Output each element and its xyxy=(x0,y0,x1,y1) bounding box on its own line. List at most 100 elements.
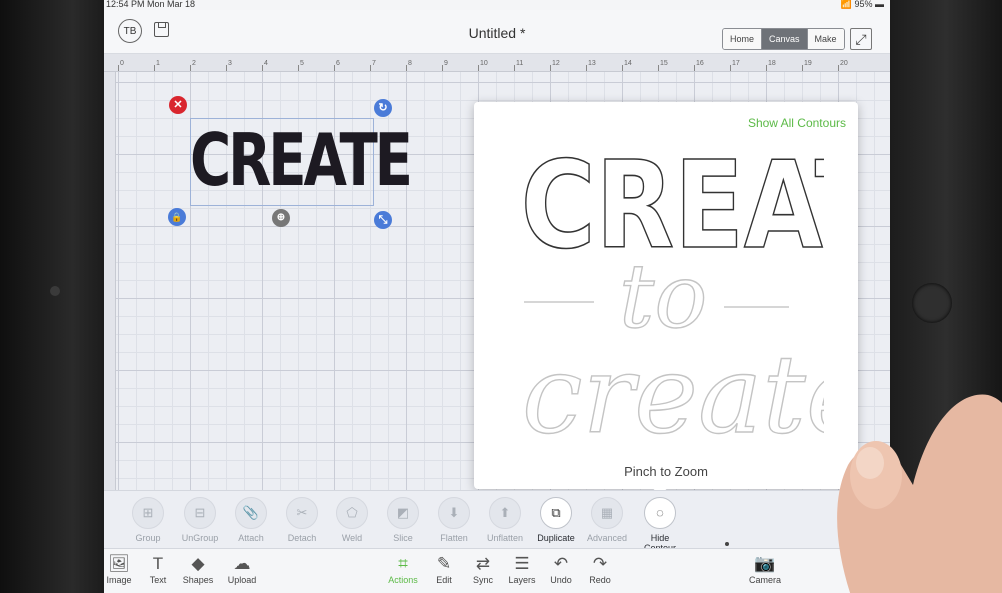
bottom-bar-label: Edit xyxy=(436,575,452,585)
ruler-tick-mark xyxy=(730,65,731,71)
bottom-edit-button[interactable]: ✎ Edit xyxy=(422,553,466,585)
bottom-bar-label: Image xyxy=(106,575,132,585)
ruler-tick-label: 13 xyxy=(588,60,596,67)
action-slice-button[interactable]: ◩ Slice xyxy=(377,497,429,543)
slice-icon: ◩ xyxy=(387,497,419,529)
ruler-tick-mark xyxy=(802,65,803,71)
action-detach-button[interactable]: ✂ Detach xyxy=(276,497,328,543)
action-attach-button[interactable]: 📎 Attach xyxy=(225,497,277,543)
resize-handle-icon[interactable]: ⤡ xyxy=(374,211,392,229)
action-hide-contour-button[interactable]: ◌Hide Contour xyxy=(634,497,686,553)
upload-icon: ☁ xyxy=(233,554,251,573)
show-all-contours-button[interactable]: Show All Contours xyxy=(748,116,846,130)
ruler-tick-label: 15 xyxy=(660,60,668,67)
ruler-tick-mark xyxy=(334,65,335,71)
action-label: Duplicate xyxy=(537,533,575,543)
ruler-tick-label: 11 xyxy=(516,60,524,67)
home-button xyxy=(912,283,952,323)
bottom-bar-label: Shapes xyxy=(182,575,214,585)
bottom-bar-label: Layers xyxy=(508,575,536,585)
delete-handle-icon[interactable]: ✕ xyxy=(169,96,187,114)
ruler-tick-mark xyxy=(838,65,839,71)
attach-icon: 📎 xyxy=(235,497,267,529)
mode-canvas-button[interactable]: Canvas xyxy=(762,29,808,49)
expand-icon[interactable]: ⤢ xyxy=(850,28,872,50)
action-unflatten-button[interactable]: ⬆ Unflatten xyxy=(479,497,531,543)
ruler-tick-mark xyxy=(586,65,587,71)
ruler-tick-mark xyxy=(118,65,119,71)
action-ungroup-button[interactable]: ⊟ UnGroup xyxy=(174,497,226,543)
ruler-tick-label: 16 xyxy=(696,60,704,67)
ruler-tick-label: 6 xyxy=(336,60,340,67)
action-label: Detach xyxy=(287,533,317,543)
mode-home-button[interactable]: Home xyxy=(723,29,763,49)
ruler-tick-mark xyxy=(226,65,227,71)
ruler-tick-label: 10 xyxy=(480,60,488,67)
group-icon: ⊞ xyxy=(132,497,164,529)
ruler-tick-mark xyxy=(694,65,695,71)
rotate-handle-icon[interactable]: ↻ xyxy=(374,99,392,117)
action-label: Advanced xyxy=(586,533,628,543)
ruler-tick-mark xyxy=(766,65,767,71)
redo-icon: ↷ xyxy=(592,554,608,573)
ruler-tick-label: 4 xyxy=(264,60,268,67)
ruler-tick-label: 5 xyxy=(300,60,304,67)
action-advanced-button[interactable]: ▦ Advanced xyxy=(581,497,633,543)
bottom-bar-label: Actions xyxy=(388,575,418,585)
ruler-tick-mark xyxy=(190,65,191,71)
bottom-layers-button[interactable]: ☰ Layers xyxy=(500,553,544,585)
pinch-to-zoom-hint: Pinch to Zoom xyxy=(624,464,708,479)
action-flatten-button[interactable]: ⬇ Flatten xyxy=(428,497,480,543)
ruler-tick-label: 7 xyxy=(372,60,376,67)
bottom-undo-button[interactable]: ↶ Undo xyxy=(539,553,583,585)
ruler-tick-mark xyxy=(298,65,299,71)
tablet-bezel-left xyxy=(0,0,104,593)
contour-preview[interactable]: CREATED to create xyxy=(514,132,824,452)
contour-line-3[interactable]: create xyxy=(521,332,824,452)
bottom-camera-button[interactable]: 📷 Camera xyxy=(743,553,787,585)
duplicate-icon: ⧉ xyxy=(540,497,572,529)
action-label: Flatten xyxy=(440,533,468,543)
ruler-tick-mark xyxy=(442,65,443,71)
action-weld-button[interactable]: ⬠ Weld xyxy=(326,497,378,543)
horizontal-ruler: 0 1 2 3 4 5 6 7 8 9 10 11 12 13 14 15 16 17 18 19 20 xyxy=(104,54,890,72)
bottom-shapes-button[interactable]: ◆ Shapes xyxy=(176,553,220,585)
undo-icon: ↶ xyxy=(553,554,569,573)
action-group-button[interactable]: ⊞ Group xyxy=(122,497,174,543)
ruler-tick-mark xyxy=(406,65,407,71)
bottom-bar-label: Text xyxy=(149,575,167,585)
bottom-redo-button[interactable]: ↷ Redo xyxy=(578,553,622,585)
ruler-tick-mark xyxy=(154,65,155,71)
layers-icon: ☰ xyxy=(514,554,530,573)
actions-icon: ⌗ xyxy=(398,554,408,573)
camera-icon: 📷 xyxy=(754,554,776,573)
hide-contour-icon: ◌ xyxy=(644,497,676,529)
ruler-tick-label: 8 xyxy=(408,60,412,67)
user-hand xyxy=(837,394,1002,593)
battery-percent: 95% xyxy=(854,0,873,9)
action-label: UnGroup xyxy=(181,533,219,543)
bottom-actions-button[interactable]: ⌗ Actions xyxy=(381,553,425,585)
canvas-text-object[interactable]: CREATE xyxy=(190,112,413,208)
ruler-tick-mark xyxy=(478,65,479,71)
ruler-tick-mark xyxy=(658,65,659,71)
top-bar: TB Untitled * Home Canvas Make ⤢ xyxy=(104,10,890,54)
bottom-sync-button[interactable]: ⇄ Sync xyxy=(461,553,505,585)
unflatten-icon: ⬆ xyxy=(489,497,521,529)
action-label: Unflatten xyxy=(486,533,524,543)
contour-panel: Show All Contours CREATED to create Pinc… xyxy=(474,102,858,501)
bottom-bar-label: Camera xyxy=(748,575,781,585)
action-duplicate-button[interactable]: ⧉ Duplicate xyxy=(530,497,582,543)
bottom-text-button[interactable]: T Text xyxy=(136,553,180,585)
bottom-bar-label: Upload xyxy=(227,575,257,585)
shapes-icon: ◆ xyxy=(191,554,205,573)
pivot-handle-icon[interactable]: ⊕ xyxy=(272,209,290,227)
mode-make-button[interactable]: Make xyxy=(807,29,844,49)
bottom-upload-button[interactable]: ☁ Upload xyxy=(220,553,264,585)
ruler-tick-label: 3 xyxy=(228,60,232,67)
status-time: 12:54 PM Mon Mar 18 xyxy=(106,0,196,9)
ruler-tick-label: 19 xyxy=(804,60,812,67)
ruler-tick-label: 20 xyxy=(840,60,848,67)
lock-handle-icon[interactable]: 🔒 xyxy=(168,208,186,226)
status-bar: 12:54 PM Mon Mar 18 📶 95% ▬ xyxy=(104,0,890,10)
